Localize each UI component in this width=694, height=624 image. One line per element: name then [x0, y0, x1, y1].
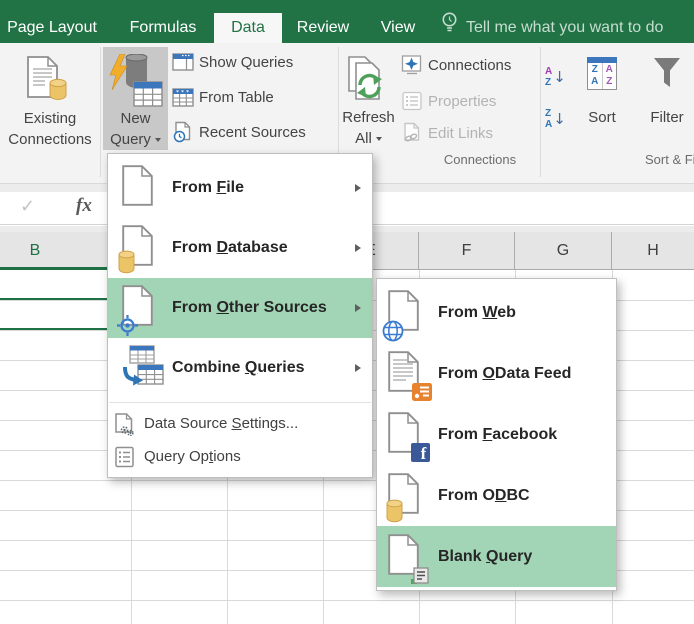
menu-item-from-database[interactable]: From Database — [108, 218, 372, 278]
from-table-label: From Table — [199, 89, 274, 106]
existing-connections-label: Existing Connections — [0, 108, 100, 150]
combine-queries-icon — [122, 345, 160, 391]
menu-item-label: Query Options — [144, 448, 241, 465]
sort-dialog-icon: ZA AZ — [587, 57, 617, 90]
filter-funnel-icon — [653, 57, 681, 98]
edit-links-label: Edit Links — [428, 125, 493, 142]
gridline-horizontal — [0, 600, 694, 601]
svg-text:f: f — [421, 444, 427, 462]
menu-item-from-facebook[interactable]: f From Facebook — [377, 404, 616, 465]
menu-item-data-source-settings[interactable]: Data Source Settings... — [108, 407, 372, 440]
existing-connections-button[interactable]: Existing Connections — [0, 47, 100, 178]
facebook-icon: f — [388, 412, 426, 458]
blank-query-icon — [388, 534, 426, 580]
menu-item-label: From ODBC — [438, 487, 530, 505]
sort-za-button[interactable]: ZA ↓ — [545, 108, 566, 130]
refresh-all-icon — [346, 55, 392, 110]
column-header-f[interactable]: F — [419, 232, 515, 269]
filter-label: Filter — [640, 107, 694, 128]
submenu-arrow-icon — [355, 364, 361, 372]
menu-item-label: Blank Query — [438, 548, 532, 566]
connections-label: Connections — [428, 57, 511, 74]
refresh-all-label: Refresh All — [337, 107, 400, 149]
new-query-menu: From File From Database — [107, 153, 373, 478]
odata-feed-icon — [388, 351, 426, 397]
sort-button[interactable]: ZA AZ Sort — [576, 47, 628, 178]
menu-item-from-file[interactable]: From File — [108, 158, 372, 218]
edit-links-icon — [401, 122, 423, 144]
existing-connections-icon — [26, 55, 72, 110]
properties-label: Properties — [428, 93, 496, 110]
recent-sources-icon — [172, 121, 194, 143]
edit-links-button: Edit Links — [401, 120, 493, 146]
lightbulb-icon — [439, 11, 460, 39]
new-query-label: New Query — [103, 108, 168, 150]
tab-review[interactable]: Review — [292, 13, 354, 43]
menu-item-label: From OData Feed — [438, 365, 571, 383]
from-table-icon — [172, 86, 194, 108]
menu-item-combine-queries[interactable]: Combine Queries — [108, 338, 372, 398]
other-sources-icon — [122, 285, 160, 331]
database-icon — [122, 225, 160, 271]
ribbon-tab-bar: Page Layout Formulas Data Review View Te… — [0, 0, 694, 43]
tab-view[interactable]: View — [373, 13, 423, 43]
submenu-arrow-icon — [355, 184, 361, 192]
tell-me-search[interactable]: Tell me what you want to do — [466, 13, 663, 43]
menu-item-from-odata-feed[interactable]: From OData Feed — [377, 343, 616, 404]
insert-function-icon[interactable]: fx — [76, 195, 92, 217]
menu-item-from-odbc[interactable]: From ODBC — [377, 465, 616, 526]
column-header-g[interactable]: G — [515, 232, 612, 269]
group-label-sort-filter: Sort & Fi — [645, 152, 694, 167]
excel-window: Page Layout Formulas Data Review View Te… — [0, 0, 694, 624]
menu-item-from-other-sources[interactable]: From Other Sources — [108, 278, 372, 338]
other-sources-submenu: From Web From OData Feed — [376, 278, 617, 591]
dropdown-caret-icon — [376, 137, 382, 141]
menu-item-blank-query[interactable]: Blank Query — [377, 526, 616, 587]
show-queries-icon — [172, 51, 194, 73]
from-table-button[interactable]: From Table — [172, 84, 274, 110]
menu-item-query-options[interactable]: Query Options — [108, 440, 372, 473]
menu-item-label: From File — [172, 179, 244, 197]
menu-item-label: From Other Sources — [172, 299, 327, 317]
tab-page-layout[interactable]: Page Layout — [4, 13, 100, 43]
enter-icon[interactable]: ✓ — [20, 196, 35, 217]
new-query-icon — [108, 54, 164, 113]
tab-data[interactable]: Data — [214, 13, 282, 43]
recent-sources-label: Recent Sources — [199, 124, 306, 141]
connections-button[interactable]: Connections — [401, 52, 511, 78]
show-queries-label: Show Queries — [199, 54, 293, 71]
group-divider — [100, 47, 101, 177]
query-options-icon — [115, 446, 135, 468]
show-queries-button[interactable]: Show Queries — [172, 49, 293, 75]
new-query-button[interactable]: New Query — [103, 47, 168, 150]
properties-icon — [401, 90, 423, 112]
sort-az-button[interactable]: AZ ↓ — [545, 66, 566, 88]
menu-item-label: From Database — [172, 239, 288, 257]
recent-sources-button[interactable]: Recent Sources — [172, 119, 306, 145]
odbc-icon — [388, 473, 426, 519]
menu-separator — [109, 402, 371, 403]
file-icon — [122, 165, 160, 211]
menu-item-label: Combine Queries — [172, 359, 304, 377]
dropdown-caret-icon — [155, 138, 161, 142]
group-label-connections: Connections — [401, 152, 559, 167]
submenu-arrow-icon — [355, 304, 361, 312]
sort-label: Sort — [576, 107, 628, 128]
menu-item-label: From Facebook — [438, 426, 557, 444]
connections-icon — [401, 54, 423, 76]
submenu-arrow-icon — [355, 244, 361, 252]
properties-button: Properties — [401, 88, 496, 114]
data-source-settings-icon — [115, 413, 135, 435]
menu-item-label: Data Source Settings... — [144, 415, 298, 432]
menu-item-label: From Web — [438, 304, 516, 322]
web-icon — [388, 290, 426, 336]
column-header-h[interactable]: H — [612, 232, 694, 269]
tab-formulas[interactable]: Formulas — [123, 13, 203, 43]
menu-item-from-web[interactable]: From Web — [377, 282, 616, 343]
